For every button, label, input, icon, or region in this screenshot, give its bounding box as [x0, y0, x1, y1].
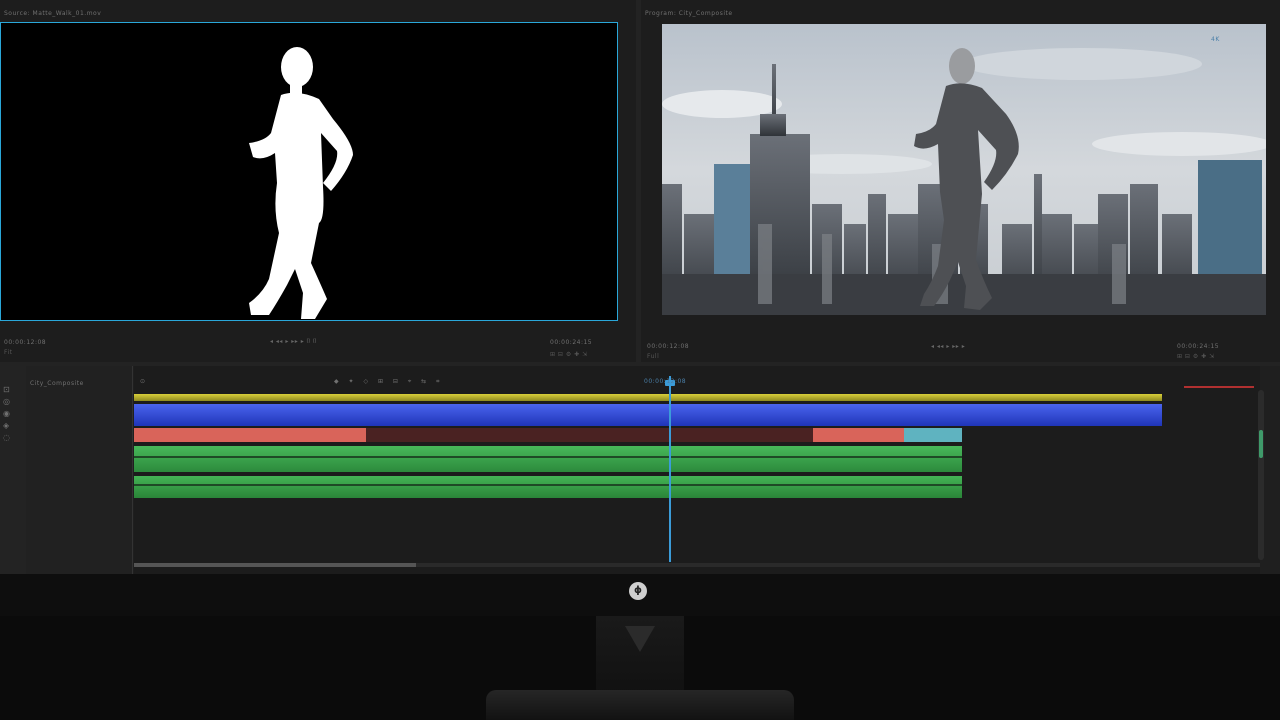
source-monitor-frame[interactable] [0, 22, 618, 321]
program-timecode-in: 00:00:12:08 [647, 343, 690, 350]
source-monitor-panel: Source: Matte_Walk_01.mov 00:00:12:08 Fi… [0, 0, 636, 362]
program-resolution-badge: 4K [1211, 36, 1220, 43]
lock-icon[interactable]: ⊡ [3, 386, 10, 394]
monitor-stand-arrow [625, 626, 655, 652]
program-monitor-title: Program: City_Composite [645, 10, 733, 17]
clip-green-waveform [134, 456, 962, 458]
eye-icon[interactable]: ◉ [3, 410, 10, 418]
clip-green-track-2[interactable] [134, 476, 962, 498]
sequence-label: City_Composite [30, 380, 84, 387]
timeline-panel: ⊡ ◎ ◉ ◈ ◌ City_Composite ⊙ ◆ ✦ ◇ ⊞ ⊟ ⌖ ⇆… [0, 366, 1280, 574]
program-extra-controls[interactable]: ⊞ ⊟ ⚙ ✚ ⇲ [1177, 353, 1215, 361]
clip-green-track-1[interactable] [134, 446, 962, 472]
target-icon[interactable]: ◎ [3, 398, 10, 406]
monitor-stand-base [486, 690, 794, 720]
program-monitor-panel: Program: City_Composite 4K 00:00:12:08 F… [641, 0, 1280, 362]
playhead-timecode: 00:00:12:08 [644, 378, 687, 385]
program-monitor-frame[interactable] [662, 24, 1266, 315]
source-timecode-in: 00:00:12:08 [4, 339, 47, 346]
source-monitor-title: Source: Matte_Walk_01.mov [4, 10, 102, 17]
clip-yellow-track[interactable] [134, 394, 1162, 401]
clip-green-waveform-2 [134, 484, 962, 486]
program-timecode-duration: 00:00:24:15 [1177, 343, 1220, 350]
playhead-line[interactable] [669, 376, 671, 562]
timeline-horizontal-scrollbar[interactable] [134, 563, 1260, 567]
monitor-logo-icon: ϕ [629, 582, 647, 600]
timeline-vertical-scrollbar[interactable] [1258, 390, 1264, 560]
program-fit-label[interactable]: Full [647, 353, 659, 361]
speaker-icon[interactable]: ◈ [3, 422, 10, 430]
track-controls-column: ⊡ ◎ ◉ ◈ ◌ [0, 366, 27, 574]
mute-icon[interactable]: ◌ [3, 434, 10, 442]
timeline-lanes[interactable] [134, 366, 1260, 574]
source-fit-label[interactable]: Fit [4, 349, 13, 357]
program-transport-controls[interactable]: ◂ ◂◂ ▸ ▸▸ ▸ [931, 343, 965, 351]
clip-red-track[interactable] [134, 428, 962, 442]
timeline-tools[interactable]: ◆ ✦ ◇ ⊞ ⊟ ⌖ ⇆ ⌗ [334, 378, 443, 386]
source-transport-controls[interactable]: ◂ ◂◂ ▸ ▸▸ ▸ ⌷ ⌷ [270, 338, 317, 346]
matte-silhouette [249, 47, 353, 319]
city-composite-image [662, 24, 1266, 315]
clip-blue-track[interactable] [134, 404, 1162, 426]
timeline-menu-icon[interactable]: ⊙ [140, 378, 146, 386]
time-ruler[interactable]: ⊙ ◆ ✦ ◇ ⊞ ⊟ ⌖ ⇆ ⌗ 00:00:12:08 [134, 374, 1260, 394]
source-extra-controls[interactable]: ⊞ ⊟ ⚙ ✚ ⇲ [550, 351, 588, 359]
editor-screen: Source: Matte_Walk_01.mov 00:00:12:08 Fi… [0, 0, 1280, 574]
track-names-column: City_Composite [26, 366, 133, 574]
source-timecode-duration: 00:00:24:15 [550, 339, 593, 346]
